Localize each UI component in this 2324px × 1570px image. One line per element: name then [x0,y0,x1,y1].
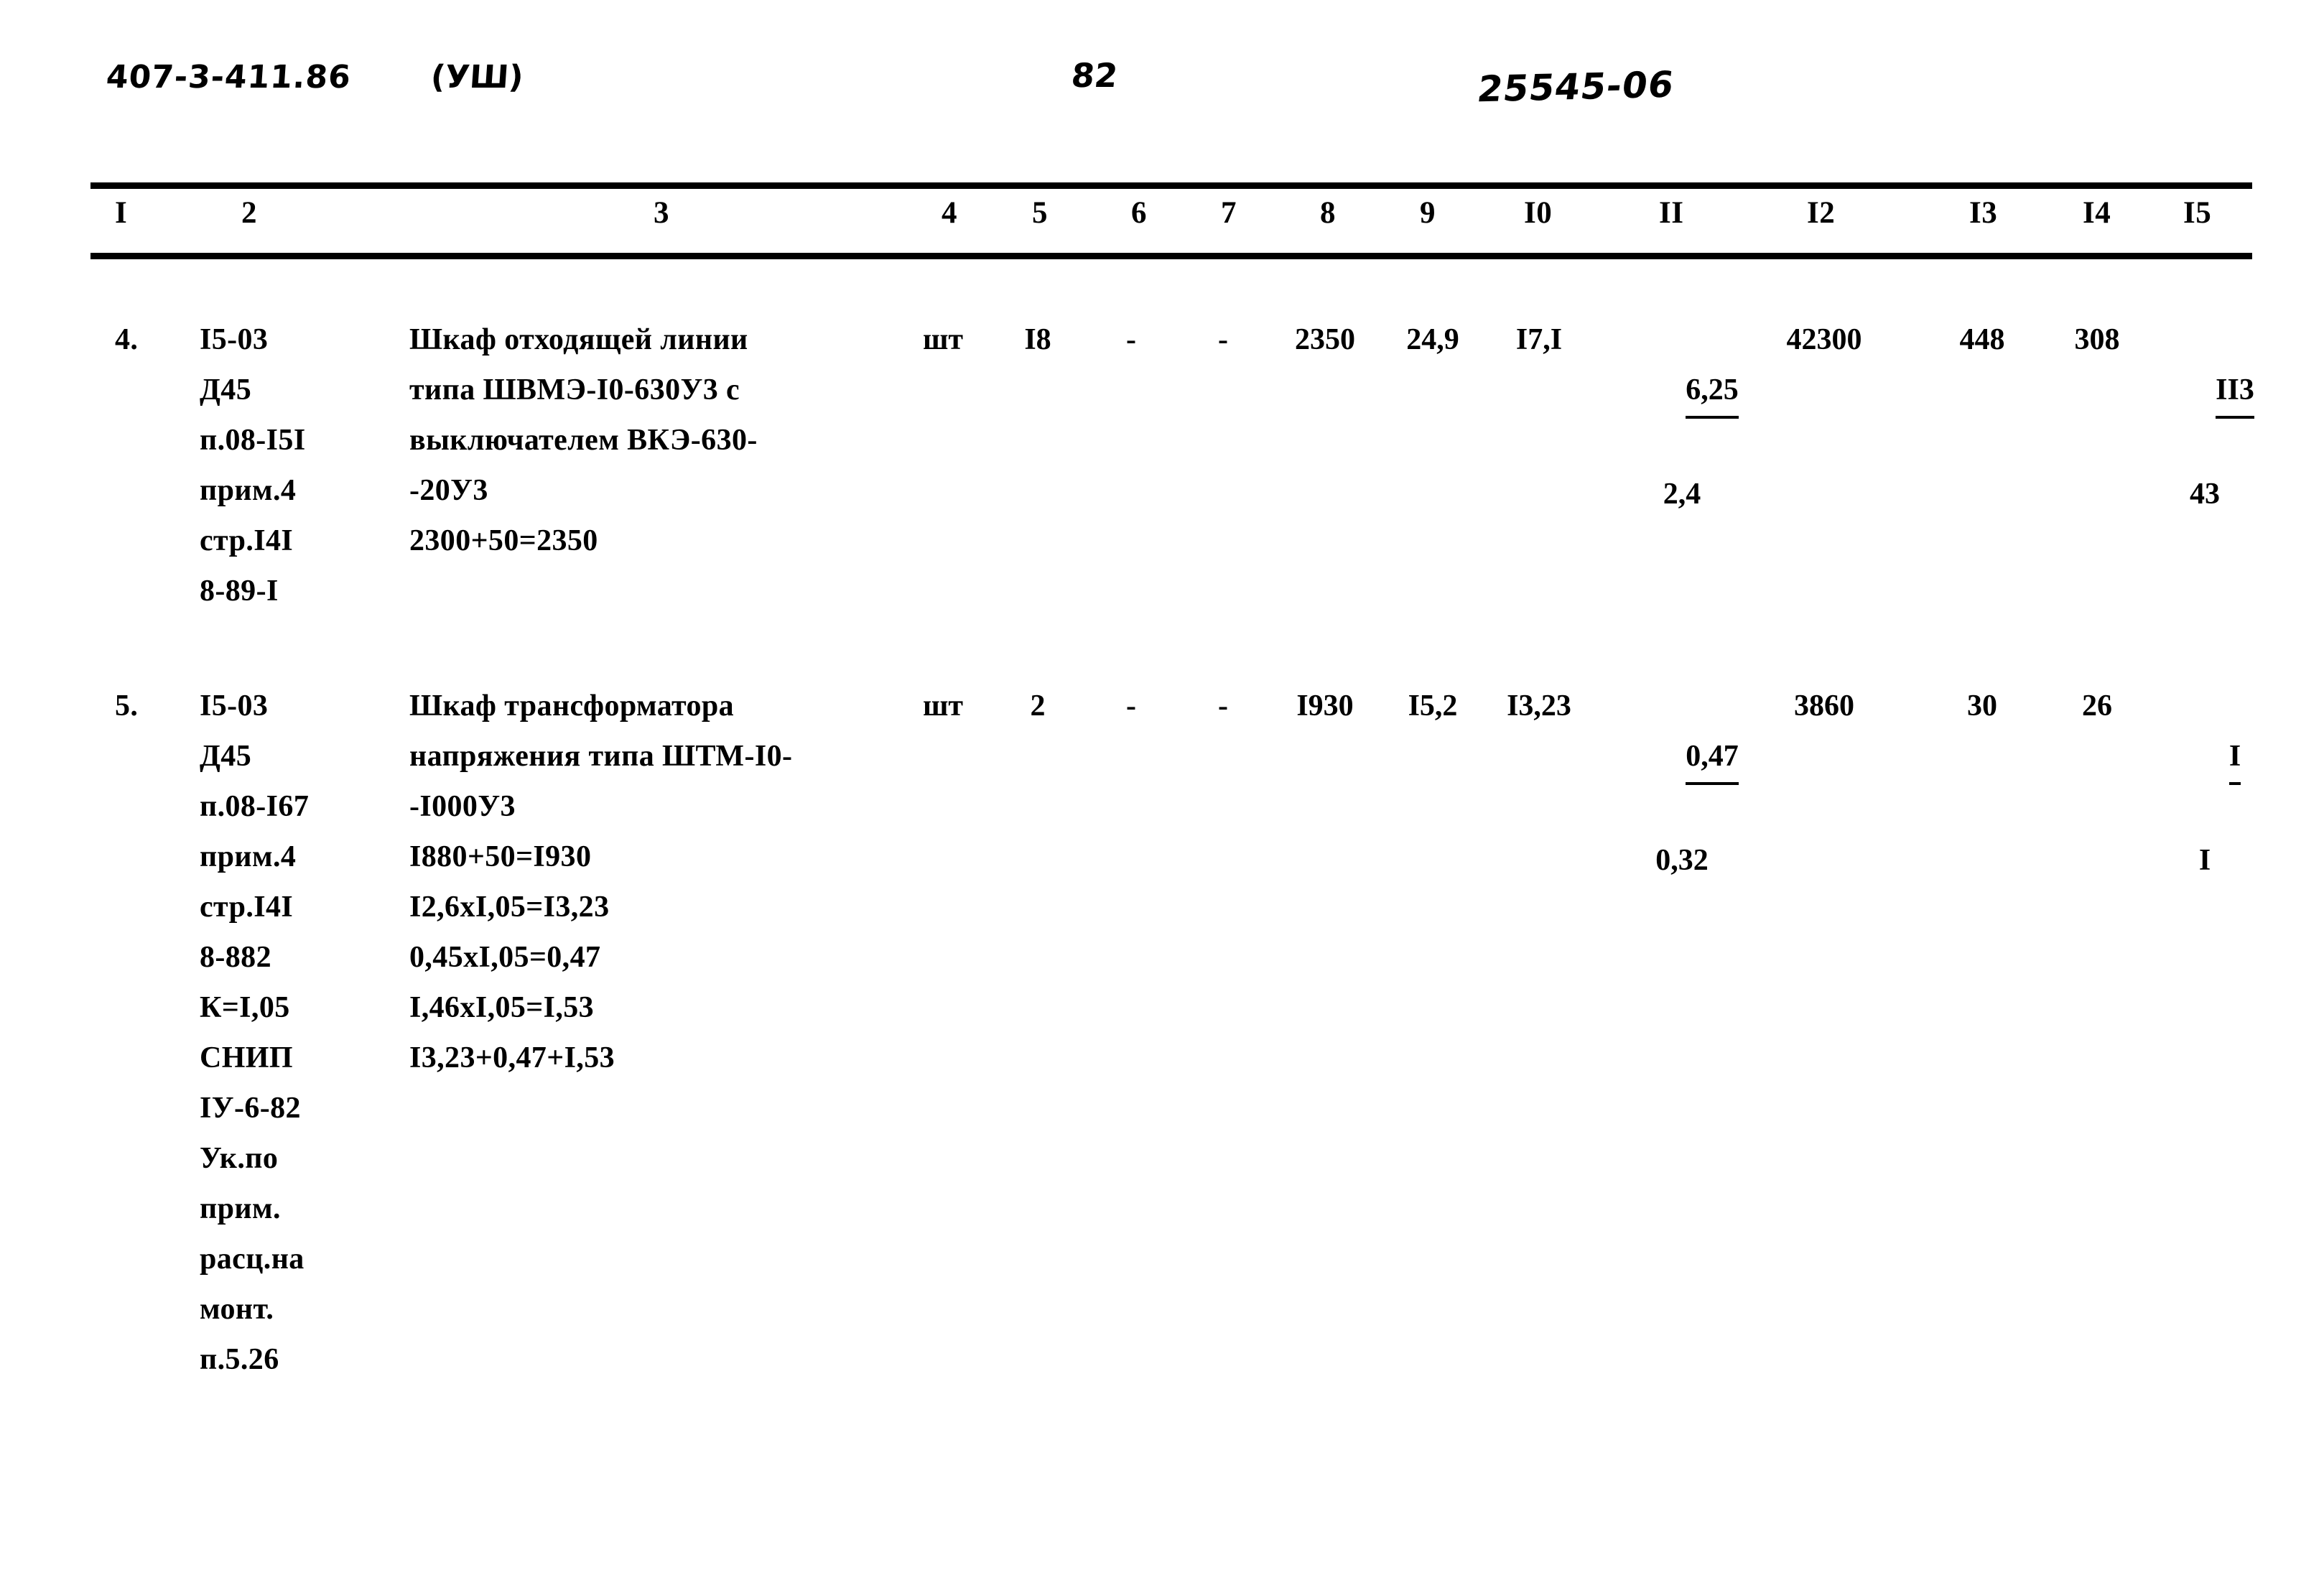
row-reference: I5-03 Д45 п.08-I67 прим.4 стр.I4I 8-882 … [200,689,310,1376]
row-col14: 26 [2082,689,2112,723]
column-header-6: 6 [1131,196,1147,230]
row-col11-fraction: 0,47 0,32 [1625,681,1739,986]
document-header: 407-3-411.86 (УШ) 82 25545-06 [0,56,2324,111]
row-col15-numerator: I [2228,731,2241,785]
row-col11-numerator: 6,25 [1686,365,1739,419]
column-header-11: II [1659,196,1684,230]
column-header-10: I0 [1524,196,1553,230]
row-number: 5. [115,689,139,723]
row-quantity: 2 [1030,689,1046,723]
column-header-14: I4 [2083,196,2111,230]
row-col9: I5,2 [1408,689,1458,723]
column-header-4: 4 [942,196,957,230]
table-bottom-rule [90,253,2252,259]
column-header-7: 7 [1221,196,1237,230]
row-col11-fraction: 6,25 2,4 [1625,315,1739,620]
handwritten-stamp-code: 25545-06 [1474,63,1677,111]
column-header-12: I2 [1807,196,1836,230]
row-col6: - [1126,689,1136,723]
row-col13: 448 [1959,323,2005,356]
row-col15-denominator: 43 [2190,478,2220,511]
row-col15-fraction: II3 43 [2155,315,2255,620]
row-unit: шт [922,689,964,723]
row-col11-denominator: 2,4 [1663,478,1701,511]
row-col10: I3,23 [1507,689,1571,723]
page-number: 82 [1069,56,1120,95]
column-header-3: 3 [654,196,669,230]
document-series: (УШ) [429,59,525,96]
row-col9: 24,9 [1406,323,1459,356]
row-col11-numerator: 0,47 [1686,731,1739,785]
row-col12: 42300 [1786,323,1862,356]
row-col15-fraction: I I [2155,681,2255,986]
row-description: Шкаф трансформатора напряжения типа ШТМ-… [409,689,793,1074]
column-header-15: I5 [2183,196,2212,230]
row-col8: I930 [1296,689,1354,723]
row-col7: - [1218,323,1228,356]
column-header-9: 9 [1420,196,1436,230]
column-header-8: 8 [1320,196,1336,230]
row-col15-numerator: II3 [2216,365,2254,419]
document-code: 407-3-411.86 [105,59,353,96]
row-reference: I5-03 Д45 п.08-I5I прим.4 стр.I4I 8-89-I [200,323,306,608]
row-col6: - [1126,323,1136,356]
column-header-13: I3 [1969,196,1998,230]
row-col11-denominator: 0,32 [1655,844,1709,877]
document-page: 407-3-411.86 (УШ) 82 25545-06 I 2 3 4 5 … [0,0,2324,1570]
row-col13: 30 [1967,689,1997,723]
column-header-5: 5 [1032,196,1048,230]
column-header-2: 2 [241,196,257,230]
row-quantity: I8 [1024,323,1051,356]
row-col10: I7,I [1515,323,1563,356]
table-top-rule [90,182,2252,189]
row-unit: шт [922,323,964,356]
row-col14: 308 [2074,323,2120,356]
row-col7: - [1218,689,1228,723]
row-description: Шкаф отходящей линии типа ШВМЭ-I0-630У3 … [409,323,758,557]
row-col8: 2350 [1295,323,1355,356]
row-col15-denominator: I [2198,844,2211,877]
column-header-1: I [115,196,128,230]
row-number: 4. [115,323,139,356]
row-col12: 3860 [1794,689,1854,723]
